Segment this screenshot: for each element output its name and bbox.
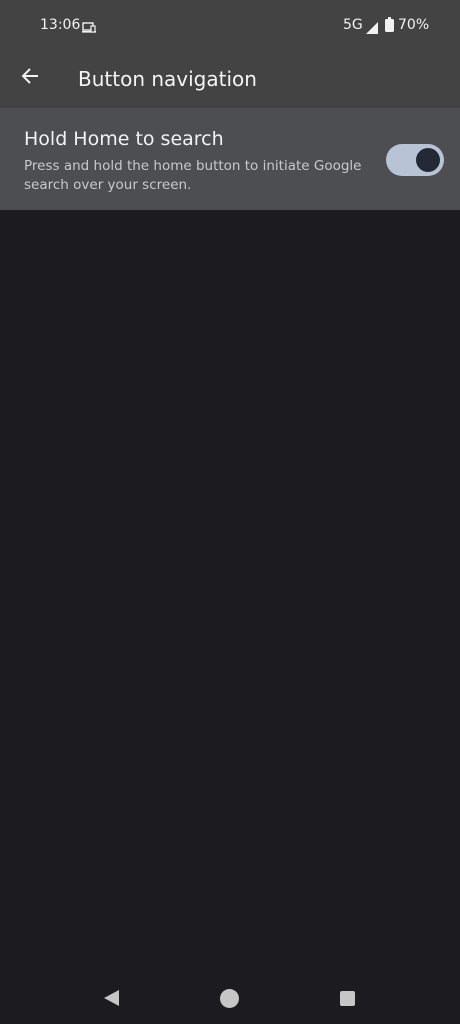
cast-icon — [82, 19, 96, 33]
signal-icon — [366, 19, 378, 34]
nav-recents-icon[interactable] — [340, 991, 355, 1006]
status-bar: 13:06 5G 70% — [0, 0, 460, 52]
battery-percentage: 70% — [398, 17, 430, 33]
app-bar: Button navigation — [0, 52, 460, 108]
network-type: 5G — [343, 17, 363, 33]
hold-home-to-search-row[interactable]: Hold Home to search Press and hold the h… — [0, 108, 460, 210]
back-button[interactable] — [12, 60, 48, 96]
arrow-back-icon — [20, 66, 40, 90]
status-time: 13:06 — [40, 17, 81, 33]
navigation-bar — [0, 972, 460, 1024]
battery-icon — [385, 17, 394, 32]
top-area: 13:06 5G 70% Button navigation — [0, 0, 460, 108]
nav-back-icon[interactable] — [102, 989, 120, 1007]
setting-title: Hold Home to search — [24, 128, 224, 150]
nav-home-icon[interactable] — [220, 989, 239, 1008]
page-title: Button navigation — [78, 67, 257, 91]
hold-home-toggle[interactable] — [386, 144, 444, 176]
toggle-knob — [416, 148, 440, 172]
setting-summary: Press and hold the home button to initia… — [24, 158, 362, 193]
screen: 13:06 5G 70% Button navigation Hold Home… — [0, 0, 460, 1024]
